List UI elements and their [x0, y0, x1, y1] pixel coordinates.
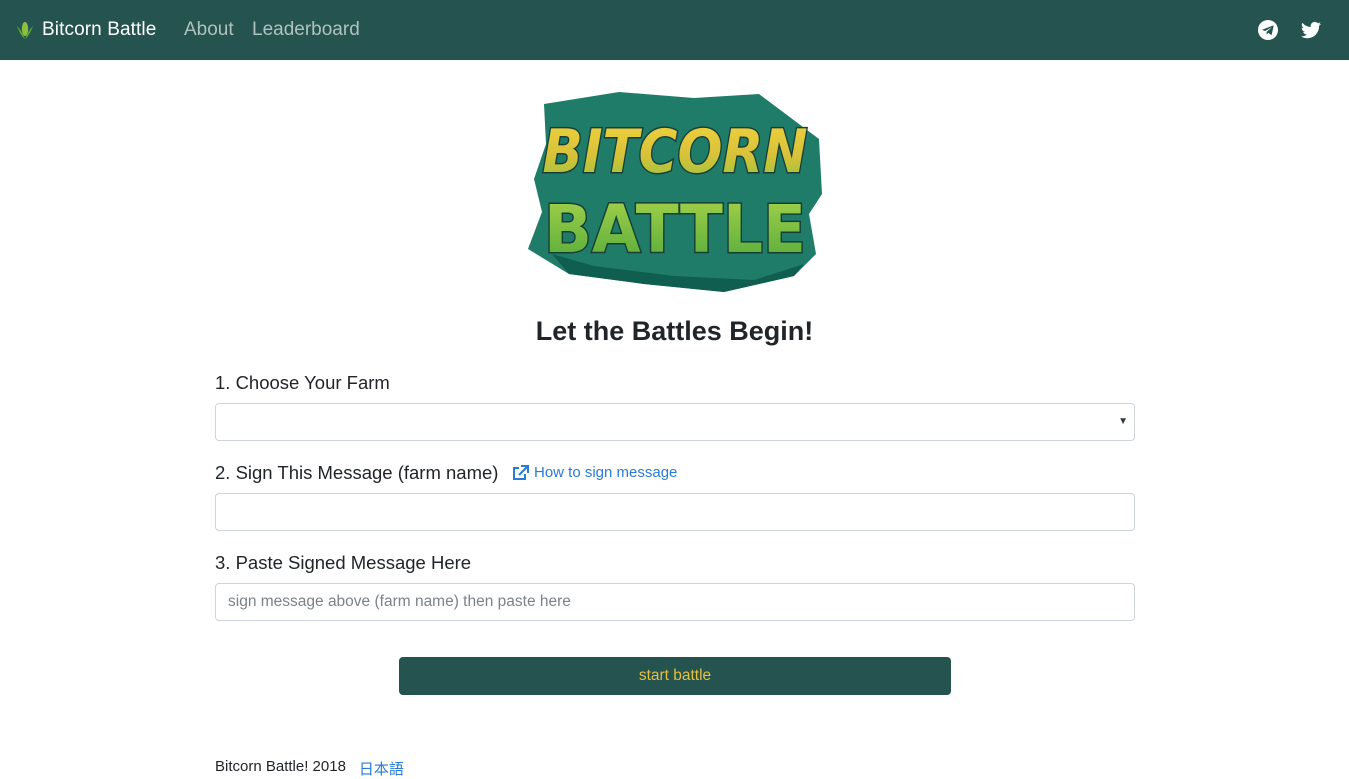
logo-line1: BITCORN — [543, 117, 808, 187]
corn-icon — [17, 22, 33, 39]
footer-copyright: Bitcorn Battle! 2018 — [215, 758, 346, 775]
logo-line2: BATTLE — [544, 191, 806, 268]
sign-message-input[interactable] — [215, 493, 1135, 531]
twitter-icon[interactable] — [1299, 18, 1323, 42]
how-to-sign-link[interactable]: How to sign message — [512, 464, 677, 481]
signed-message-input[interactable] — [215, 583, 1135, 621]
select-caret-icon: ▼ — [1118, 416, 1128, 427]
external-link-icon — [513, 464, 529, 480]
brand-link[interactable]: Bitcorn Battle — [16, 0, 156, 60]
brand-name: Bitcorn Battle — [42, 19, 157, 40]
nav-leaderboard[interactable]: Leaderboard — [252, 0, 360, 60]
page-title: Let the Battles Begin! — [535, 316, 814, 346]
nav-about[interactable]: About — [184, 0, 234, 60]
navbar: Bitcorn Battle About Leaderboard — [0, 0, 1349, 60]
start-battle-button[interactable]: start battle — [399, 657, 951, 695]
farm-select[interactable]: ▼ — [215, 403, 1135, 441]
how-to-sign-label: How to sign message — [534, 464, 678, 481]
sign-message-label: 2. Sign This Message (farm name) — [215, 462, 499, 483]
bitcorn-battle-logo: BITCORN BATTLE — [524, 84, 826, 298]
telegram-icon[interactable] — [1256, 18, 1280, 42]
language-japanese-link[interactable]: 日本語 — [359, 758, 404, 779]
paste-signed-label: 3. Paste Signed Message Here — [215, 552, 472, 573]
footer: Bitcorn Battle! 2018 日本語 — [215, 758, 404, 779]
choose-farm-label: 1. Choose Your Farm — [215, 372, 390, 393]
